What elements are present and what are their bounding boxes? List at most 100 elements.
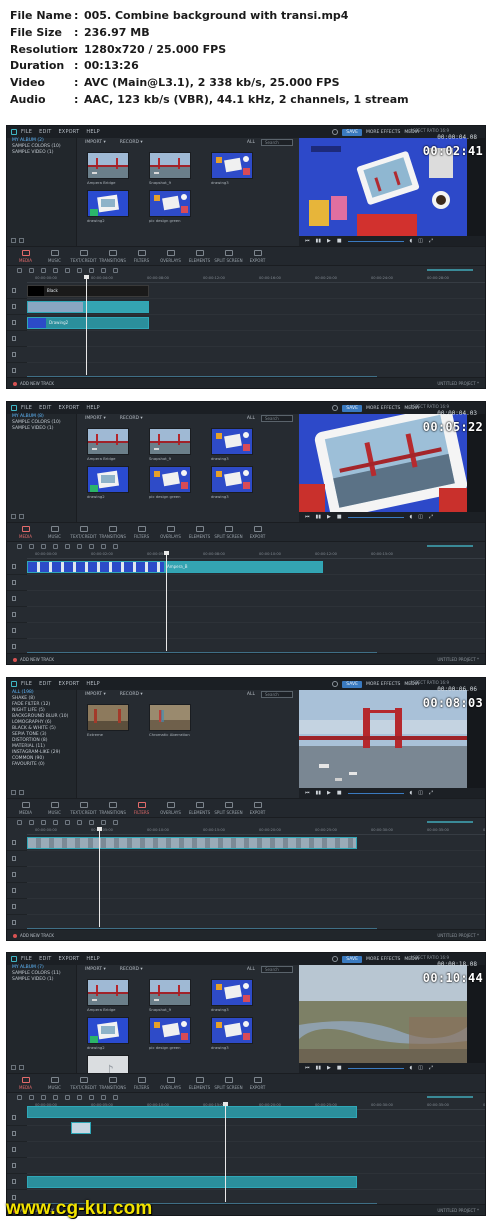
timeline-clip[interactable] bbox=[27, 1176, 357, 1188]
tab-media[interactable]: MEDIA bbox=[11, 523, 40, 541]
menu-help[interactable]: HELP bbox=[86, 681, 100, 687]
tab-filters[interactable]: FILTERS bbox=[127, 247, 156, 265]
tab-split-screen[interactable]: SPLIT SCREEN bbox=[214, 523, 243, 541]
timeline-clip[interactable] bbox=[27, 1106, 357, 1118]
snapshot-icon[interactable]: ◫ bbox=[418, 514, 423, 520]
menu-help[interactable]: HELP bbox=[86, 405, 100, 411]
stop-icon[interactable]: ■ bbox=[337, 790, 342, 796]
snapshot-icon[interactable]: ◫ bbox=[418, 1065, 423, 1071]
tab-music[interactable]: MUSIC bbox=[40, 523, 69, 541]
crop-icon[interactable] bbox=[65, 268, 70, 273]
fullscreen-icon[interactable]: ⤢ bbox=[429, 514, 433, 520]
tab-export[interactable]: EXPORT bbox=[243, 799, 272, 817]
timeline-clip[interactable] bbox=[27, 301, 149, 313]
tab-split-screen[interactable]: SPLIT SCREEN bbox=[214, 247, 243, 265]
media-thumbnail[interactable]: Snapshot_9 bbox=[149, 979, 191, 1012]
menu-file[interactable]: FILE bbox=[21, 129, 32, 135]
sidebar-item[interactable]: FAVOURITE (0) bbox=[7, 762, 76, 768]
undo-icon[interactable] bbox=[17, 820, 22, 825]
tab-filters[interactable]: FILTERS bbox=[127, 799, 156, 817]
filter-all-dropdown[interactable]: ALL bbox=[247, 416, 255, 421]
menu-edit[interactable]: EDIT bbox=[39, 681, 51, 687]
play-icon[interactable]: ▶ bbox=[327, 1065, 331, 1071]
cut-icon[interactable] bbox=[53, 1095, 58, 1100]
add-track-button[interactable]: ADD NEW TRACK bbox=[13, 657, 54, 662]
add-folder-icon[interactable] bbox=[11, 514, 16, 519]
import-button[interactable]: IMPORT ▾ bbox=[85, 967, 106, 972]
playhead[interactable] bbox=[84, 275, 89, 375]
color-icon[interactable] bbox=[101, 268, 106, 273]
crop-icon[interactable] bbox=[65, 820, 70, 825]
gear-icon[interactable] bbox=[332, 956, 339, 962]
media-thumbnail[interactable]: Ampera Bridge bbox=[87, 428, 129, 461]
timeline-clip[interactable] bbox=[27, 837, 357, 849]
timeline-clip[interactable]: Black bbox=[27, 285, 149, 297]
fullscreen-icon[interactable]: ⤢ bbox=[429, 238, 433, 244]
zoom-slider[interactable] bbox=[427, 1096, 473, 1098]
tab-overlays[interactable]: OVERLAYS bbox=[156, 799, 185, 817]
track-header[interactable] bbox=[7, 883, 27, 899]
delete-icon[interactable] bbox=[41, 544, 46, 549]
tab-split-screen[interactable]: SPLIT SCREEN bbox=[214, 799, 243, 817]
rotate-icon[interactable] bbox=[77, 820, 82, 825]
track-header[interactable] bbox=[7, 559, 27, 575]
playhead[interactable] bbox=[164, 551, 169, 651]
gear-icon[interactable] bbox=[332, 681, 339, 687]
save-button[interactable]: SAVE bbox=[342, 680, 362, 688]
library-search-input[interactable]: Search bbox=[261, 691, 293, 698]
gear-icon[interactable] bbox=[332, 129, 339, 135]
track-header[interactable] bbox=[7, 1110, 27, 1126]
fullscreen-icon[interactable]: ⤢ bbox=[429, 790, 433, 796]
volume-icon[interactable]: ◖ bbox=[410, 238, 413, 244]
more-effects-button[interactable]: MORE EFFECTS bbox=[366, 957, 400, 962]
media-thumbnail[interactable]: drawing3 bbox=[211, 152, 253, 185]
undo-icon[interactable] bbox=[17, 1095, 22, 1100]
tab-elements[interactable]: ELEMENTS bbox=[185, 523, 214, 541]
record-button[interactable]: RECORD ▾ bbox=[120, 692, 143, 697]
play-icon[interactable]: ▶ bbox=[327, 514, 331, 520]
snapshot-icon[interactable]: ◫ bbox=[418, 790, 423, 796]
library-search-input[interactable]: Search bbox=[261, 415, 293, 422]
menu-file[interactable]: FILE bbox=[21, 405, 32, 411]
track-header[interactable] bbox=[7, 1126, 27, 1142]
cut-icon[interactable] bbox=[53, 268, 58, 273]
media-thumbnail[interactable]: Snapshot_9 bbox=[149, 152, 191, 185]
track-header[interactable] bbox=[7, 623, 27, 639]
tab-transitions[interactable]: TRANSITIONS bbox=[98, 247, 127, 265]
media-thumbnail[interactable]: drawing3 bbox=[211, 979, 253, 1012]
fullscreen-icon[interactable]: ⤢ bbox=[429, 1065, 433, 1071]
tab-music[interactable]: MUSIC bbox=[40, 247, 69, 265]
tab-overlays[interactable]: OVERLAYS bbox=[156, 1074, 185, 1092]
track-header[interactable] bbox=[7, 315, 27, 331]
delete-folder-icon[interactable] bbox=[19, 1065, 24, 1070]
save-button[interactable]: SAVE bbox=[342, 404, 362, 412]
delete-folder-icon[interactable] bbox=[19, 238, 24, 243]
speed-icon[interactable] bbox=[89, 268, 94, 273]
zoom-slider[interactable] bbox=[427, 269, 473, 271]
menu-file[interactable]: FILE bbox=[21, 681, 32, 687]
tab-media[interactable]: MEDIA bbox=[11, 1074, 40, 1092]
media-thumbnail[interactable]: drawing3 bbox=[211, 466, 253, 499]
media-thumbnail[interactable]: drawing3 bbox=[211, 1017, 253, 1050]
record-button[interactable]: RECORD ▾ bbox=[120, 416, 143, 421]
track-header[interactable] bbox=[7, 283, 27, 299]
media-thumbnail[interactable]: drawing2 bbox=[87, 1017, 129, 1050]
delete-folder-icon[interactable] bbox=[19, 514, 24, 519]
media-thumbnail[interactable]: Chromatic Aberration bbox=[149, 704, 191, 737]
playhead[interactable] bbox=[97, 827, 102, 927]
undo-icon[interactable] bbox=[17, 268, 22, 273]
media-thumbnail[interactable]: Extreme bbox=[87, 704, 129, 737]
rotate-icon[interactable] bbox=[77, 268, 82, 273]
track-header[interactable] bbox=[7, 867, 27, 883]
zoom-slider[interactable] bbox=[427, 545, 473, 547]
media-thumbnail[interactable]: Ampera Bridge bbox=[87, 979, 129, 1012]
tab-transitions[interactable]: TRANSITIONS bbox=[98, 1074, 127, 1092]
track-header[interactable] bbox=[7, 607, 27, 623]
volume-icon[interactable]: ◖ bbox=[410, 514, 413, 520]
track-header[interactable] bbox=[7, 899, 27, 915]
import-button[interactable]: IMPORT ▾ bbox=[85, 140, 106, 145]
tab-overlays[interactable]: OVERLAYS bbox=[156, 523, 185, 541]
menu-edit[interactable]: EDIT bbox=[39, 956, 51, 962]
track-header[interactable] bbox=[7, 1174, 27, 1190]
preview-scrubber[interactable] bbox=[347, 792, 404, 794]
